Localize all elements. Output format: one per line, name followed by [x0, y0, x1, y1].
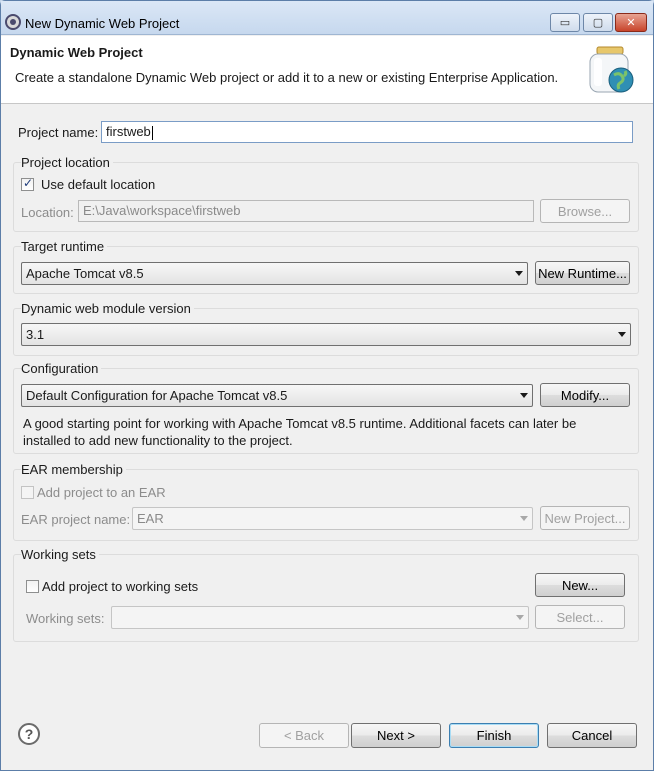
configuration-description-line2: installed to add new functionality to th…: [23, 433, 293, 448]
location-value: E:\Java\workspace\firstweb: [83, 203, 241, 218]
minimize-icon: ▭: [559, 17, 571, 29]
target-runtime-title: Target runtime: [21, 239, 108, 254]
module-version-select[interactable]: 3.1: [21, 323, 631, 346]
new-project-button: New Project...: [540, 506, 630, 530]
working-sets-label: Working sets:: [26, 611, 105, 626]
back-button-label: < Back: [283, 728, 325, 743]
next-button-label: Next >: [377, 728, 415, 743]
text-caret: [151, 125, 153, 140]
working-sets-select: [111, 606, 529, 629]
select-working-sets-button: Select...: [535, 605, 625, 629]
chevron-down-icon: [520, 516, 528, 521]
chevron-down-icon: [520, 393, 528, 398]
modify-button[interactable]: Modify...: [540, 383, 630, 407]
new-runtime-label: New Runtime...: [538, 265, 627, 281]
web-project-jar-icon: [589, 46, 634, 93]
new-project-label: New Project...: [544, 510, 626, 526]
location-input: E:\Java\workspace\firstweb: [78, 200, 534, 222]
eclipse-icon: [5, 14, 21, 30]
next-button[interactable]: Next >: [351, 723, 441, 748]
module-version-title: Dynamic web module version: [21, 301, 194, 316]
add-to-ear-label: Add project to an EAR: [37, 485, 166, 500]
title-bar: New Dynamic Web Project ▭ ▢ ✕: [1, 1, 653, 35]
browse-button-label: Browse...: [557, 203, 613, 219]
dialog-window: New Dynamic Web Project ▭ ▢ ✕ Dynamic We…: [0, 0, 654, 771]
new-runtime-button[interactable]: New Runtime...: [535, 261, 630, 285]
window-title: New Dynamic Web Project: [25, 16, 180, 31]
finish-button[interactable]: Finish: [449, 723, 539, 748]
project-name-label: Project name:: [18, 125, 99, 140]
new-working-set-button[interactable]: New...: [535, 573, 625, 597]
minimize-button[interactable]: ▭: [550, 13, 580, 32]
help-glyph: ?: [24, 726, 34, 742]
use-default-location-checkbox[interactable]: [21, 176, 34, 191]
banner-title: Dynamic Web Project: [10, 45, 143, 60]
cancel-button-label: Cancel: [571, 728, 613, 743]
add-to-ear-checkbox: [21, 486, 34, 499]
select-working-sets-label: Select...: [556, 609, 604, 625]
banner-description: Create a standalone Dynamic Web project …: [15, 70, 559, 85]
new-working-set-label: New...: [561, 577, 599, 593]
working-sets-title: Working sets: [21, 547, 99, 562]
chevron-down-icon: [516, 615, 524, 620]
configuration-title: Configuration: [21, 361, 102, 376]
chevron-down-icon: [618, 332, 626, 337]
modify-button-label: Modify...: [560, 387, 610, 403]
use-default-location-label: Use default location: [41, 177, 156, 192]
configuration-description-line1: A good starting point for working with A…: [23, 416, 577, 431]
ear-project-name-label: EAR project name:: [21, 512, 131, 527]
maximize-icon: ▢: [592, 17, 604, 29]
location-label: Location:: [21, 205, 74, 220]
ear-membership-group: [13, 469, 639, 541]
close-button[interactable]: ✕: [615, 13, 647, 32]
back-button: < Back: [259, 723, 349, 748]
close-icon: ✕: [626, 17, 636, 29]
help-icon[interactable]: ?: [18, 723, 40, 745]
project-name-value: firstweb: [106, 124, 151, 139]
add-to-working-sets-label: Add project to working sets: [42, 579, 199, 594]
project-location-title: Project location: [21, 155, 113, 170]
ear-membership-title: EAR membership: [21, 462, 126, 477]
finish-button-label: Finish: [476, 728, 512, 743]
target-runtime-select[interactable]: Apache Tomcat v8.5: [21, 262, 528, 285]
project-name-input[interactable]: firstweb: [101, 121, 633, 143]
wizard-banner: Dynamic Web Project Create a standalone …: [1, 36, 653, 104]
browse-button: Browse...: [540, 199, 630, 223]
ear-project-name-select: EAR: [132, 507, 533, 530]
ear-project-name-value: EAR: [137, 511, 164, 526]
configuration-select[interactable]: Default Configuration for Apache Tomcat …: [21, 384, 533, 407]
add-to-working-sets-checkbox[interactable]: [26, 580, 39, 593]
chevron-down-icon: [515, 271, 523, 276]
target-runtime-value: Apache Tomcat v8.5: [26, 266, 144, 281]
module-version-value: 3.1: [26, 327, 45, 342]
configuration-value: Default Configuration for Apache Tomcat …: [26, 388, 288, 403]
cancel-button[interactable]: Cancel: [547, 723, 637, 748]
maximize-button[interactable]: ▢: [583, 13, 613, 32]
